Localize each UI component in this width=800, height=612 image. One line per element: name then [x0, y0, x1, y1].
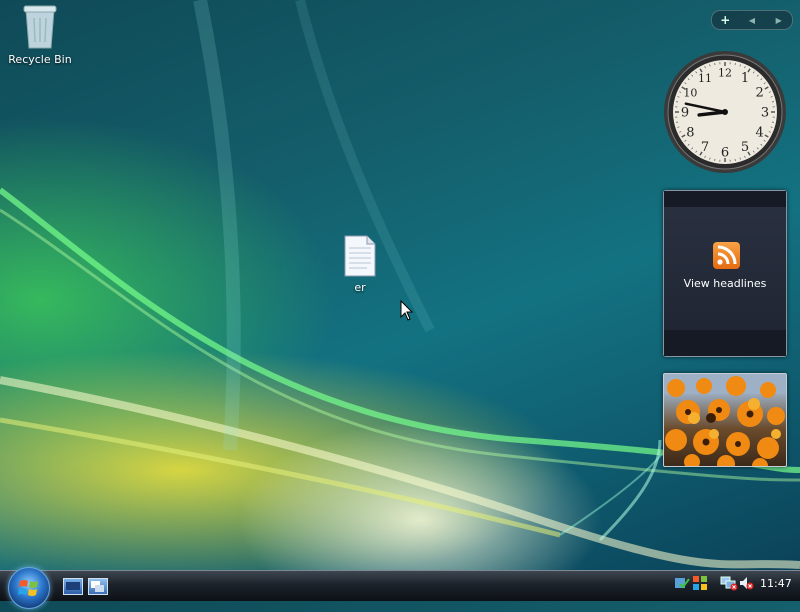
gadget-top-bar: [664, 191, 786, 207]
clock-number: 9: [681, 106, 689, 121]
windows-logo-icon: [9, 568, 49, 608]
clock-number: 3: [761, 106, 769, 121]
gadget-bottom-bar: [664, 330, 786, 356]
sidebar-controls: + ◀ ▶: [711, 10, 793, 30]
previous-gadgets-button[interactable]: ◀: [739, 16, 766, 25]
feed-headlines-gadget[interactable]: View headlines: [663, 190, 787, 357]
clock-number: 8: [686, 126, 694, 141]
desktop-icon-file[interactable]: er: [330, 234, 390, 294]
clock-number: 4: [756, 126, 764, 141]
flowers-photo: [664, 374, 786, 466]
clock-number: 11: [698, 72, 712, 85]
windows-update-icon[interactable]: [692, 575, 708, 591]
desktop-icon-recycle-bin[interactable]: Recycle Bin: [4, 4, 76, 66]
quick-launch-switch-windows[interactable]: [88, 578, 108, 595]
security-center-icon[interactable]: [674, 575, 690, 591]
text-document-icon: [343, 234, 377, 278]
switch-windows-icon: [89, 579, 107, 594]
clock-gadget[interactable]: 12 12 3 45678 9 1011: [663, 50, 787, 174]
clock-number: 7: [701, 140, 709, 155]
clock-number: 10: [683, 87, 697, 100]
recycle-bin-icon: [22, 4, 58, 50]
network-disconnected-icon[interactable]: [720, 575, 738, 591]
desktop-icon-label: Recycle Bin: [4, 53, 76, 66]
clock-number: 2: [756, 86, 764, 101]
clock-number: 5: [741, 140, 749, 155]
clock-number: 6: [721, 146, 729, 161]
rss-feed-icon: [713, 242, 740, 269]
desktop-icon-label: er: [330, 281, 390, 294]
show-desktop-icon: [64, 579, 82, 594]
start-button[interactable]: [8, 567, 50, 609]
clock-number: 1: [741, 71, 749, 86]
quick-launch-show-desktop[interactable]: [63, 578, 83, 595]
mouse-cursor-icon: [400, 300, 414, 322]
clock-number: 12: [718, 67, 732, 80]
slideshow-gadget[interactable]: [663, 373, 787, 467]
volume-muted-icon[interactable]: [738, 575, 754, 591]
add-gadget-button[interactable]: +: [712, 13, 739, 27]
taskbar-clock[interactable]: 11:47: [760, 577, 792, 590]
next-gadgets-button[interactable]: ▶: [765, 16, 792, 25]
view-headlines-label: View headlines: [664, 277, 786, 290]
